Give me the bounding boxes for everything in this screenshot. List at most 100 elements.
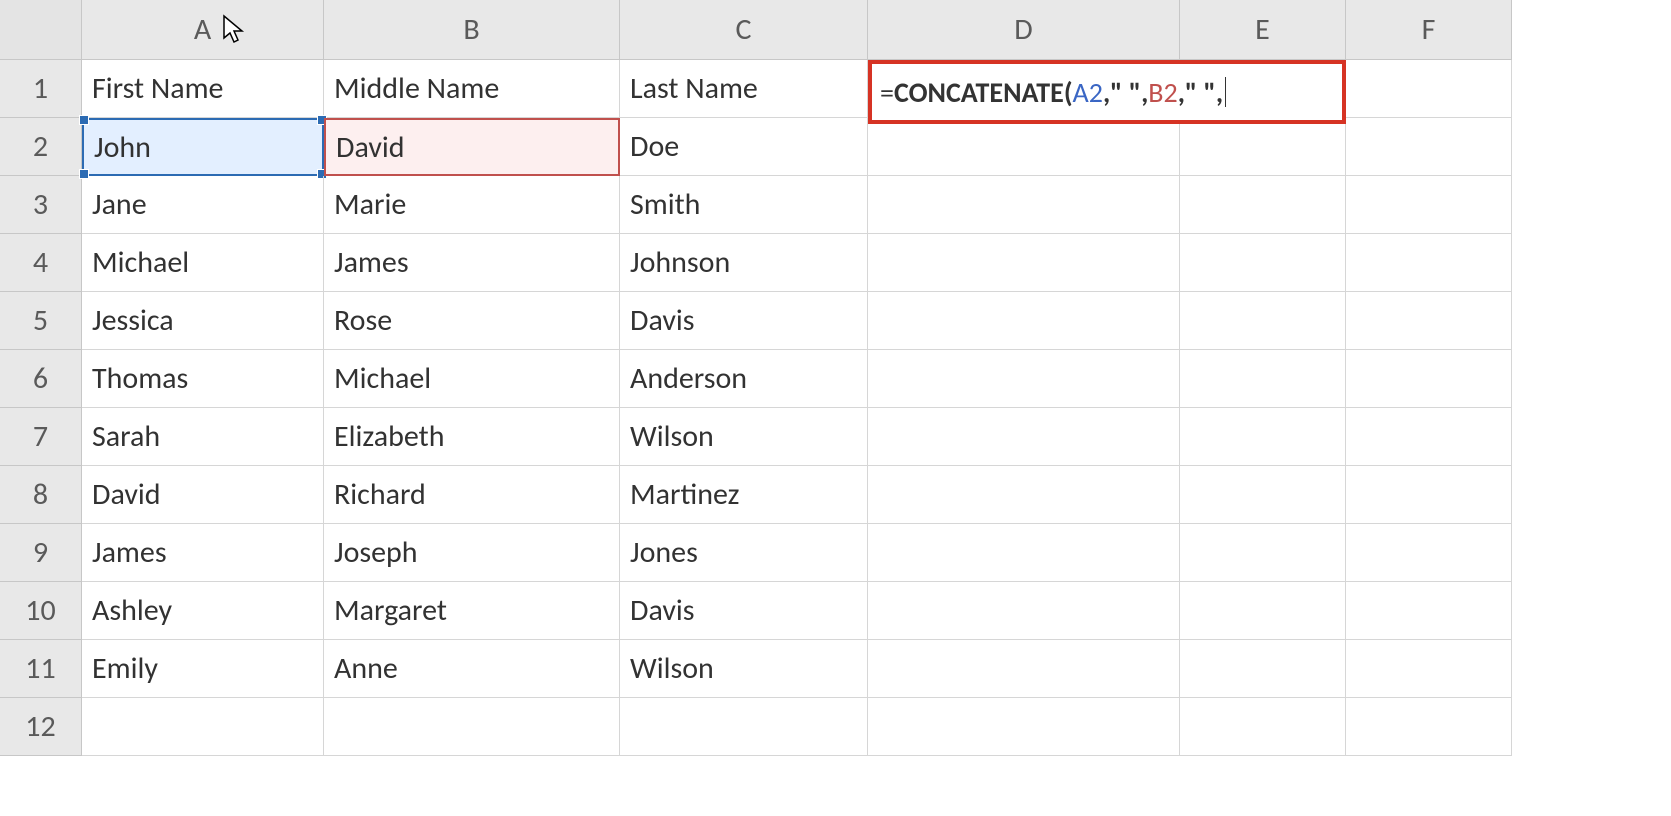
cell-B2[interactable]: David	[324, 118, 620, 176]
cell-F5[interactable]	[1346, 292, 1512, 350]
cell-A12[interactable]	[82, 698, 324, 756]
cell-F2[interactable]	[1346, 118, 1512, 176]
cell-A8[interactable]: David	[82, 466, 324, 524]
cell-value: James	[92, 534, 167, 571]
row-header-7[interactable]: 7	[0, 408, 82, 466]
cell-E3[interactable]	[1180, 176, 1346, 234]
spreadsheet-grid[interactable]: A B C D E F 1 First Name Middle Name Las…	[0, 0, 1671, 756]
cell-F4[interactable]	[1346, 234, 1512, 292]
cell-C1[interactable]: Last Name	[620, 60, 868, 118]
row-header-4[interactable]: 4	[0, 234, 82, 292]
cell-F11[interactable]	[1346, 640, 1512, 698]
cell-E6[interactable]	[1180, 350, 1346, 408]
cell-E2[interactable]	[1180, 118, 1346, 176]
cell-F8[interactable]	[1346, 466, 1512, 524]
cell-B5[interactable]: Rose	[324, 292, 620, 350]
row-header-6[interactable]: 6	[0, 350, 82, 408]
col-header-F[interactable]: F	[1346, 0, 1512, 60]
cell-C2[interactable]: Doe	[620, 118, 868, 176]
formula-comma: ,	[1103, 75, 1110, 110]
cell-B3[interactable]: Marie	[324, 176, 620, 234]
select-all-corner[interactable]	[0, 0, 82, 60]
cell-B12[interactable]	[324, 698, 620, 756]
row-header-3[interactable]: 3	[0, 176, 82, 234]
col-header-E[interactable]: E	[1180, 0, 1346, 60]
cell-D11[interactable]	[868, 640, 1180, 698]
cell-E9[interactable]	[1180, 524, 1346, 582]
cell-D7[interactable]	[868, 408, 1180, 466]
cell-B7[interactable]: Elizabeth	[324, 408, 620, 466]
cell-C7[interactable]: Wilson	[620, 408, 868, 466]
cell-E5[interactable]	[1180, 292, 1346, 350]
cell-C9[interactable]: Jones	[620, 524, 868, 582]
cell-A9[interactable]: James	[82, 524, 324, 582]
row-header-5[interactable]: 5	[0, 292, 82, 350]
cell-B4[interactable]: James	[324, 234, 620, 292]
col-header-A[interactable]: A	[82, 0, 324, 60]
row-header-2[interactable]: 2	[0, 118, 82, 176]
cell-F12[interactable]	[1346, 698, 1512, 756]
cell-B6[interactable]: Michael	[324, 350, 620, 408]
cell-D5[interactable]	[868, 292, 1180, 350]
cell-value: Marie	[334, 186, 406, 223]
col-header-C[interactable]: C	[620, 0, 868, 60]
cell-A4[interactable]: Michael	[82, 234, 324, 292]
formula-comma: ,	[1178, 75, 1185, 110]
cell-B9[interactable]: Joseph	[324, 524, 620, 582]
cell-D6[interactable]	[868, 350, 1180, 408]
row-header-11[interactable]: 11	[0, 640, 82, 698]
row-header-1[interactable]: 1	[0, 60, 82, 118]
cell-C5[interactable]: Davis	[620, 292, 868, 350]
cell-E4[interactable]	[1180, 234, 1346, 292]
cell-B1[interactable]: Middle Name	[324, 60, 620, 118]
cell-E8[interactable]	[1180, 466, 1346, 524]
cell-B8[interactable]: Richard	[324, 466, 620, 524]
cell-A11[interactable]: Emily	[82, 640, 324, 698]
cell-A6[interactable]: Thomas	[82, 350, 324, 408]
cell-value: Anderson	[630, 360, 747, 397]
cell-A7[interactable]: Sarah	[82, 408, 324, 466]
cell-E11[interactable]	[1180, 640, 1346, 698]
cell-D2[interactable]	[868, 118, 1180, 176]
cell-value: James	[334, 244, 409, 281]
formula-edit-overlay[interactable]: = CONCATENATE ( A2 , " " , B2 , " " ,	[868, 60, 1346, 124]
cell-C12[interactable]	[620, 698, 868, 756]
row-header-12[interactable]: 12	[0, 698, 82, 756]
cell-C10[interactable]: Davis	[620, 582, 868, 640]
cell-value: Martinez	[630, 476, 739, 513]
row-header-8[interactable]: 8	[0, 466, 82, 524]
row-header-9[interactable]: 9	[0, 524, 82, 582]
cell-A1[interactable]: First Name	[82, 60, 324, 118]
cell-A5[interactable]: Jessica	[82, 292, 324, 350]
cell-C8[interactable]: Martinez	[620, 466, 868, 524]
cell-F6[interactable]	[1346, 350, 1512, 408]
col-header-B[interactable]: B	[324, 0, 620, 60]
cell-D12[interactable]	[868, 698, 1180, 756]
cell-F3[interactable]	[1346, 176, 1512, 234]
cell-E12[interactable]	[1180, 698, 1346, 756]
cell-E7[interactable]	[1180, 408, 1346, 466]
cell-F1[interactable]	[1346, 60, 1512, 118]
cell-A2[interactable]: John	[82, 118, 324, 176]
header-first-name: First Name	[92, 70, 223, 107]
cell-value: Joseph	[334, 534, 418, 571]
cell-F9[interactable]	[1346, 524, 1512, 582]
cell-E10[interactable]	[1180, 582, 1346, 640]
row-header-10[interactable]: 10	[0, 582, 82, 640]
cell-A10[interactable]: Ashley	[82, 582, 324, 640]
cell-C3[interactable]: Smith	[620, 176, 868, 234]
cell-C6[interactable]: Anderson	[620, 350, 868, 408]
col-header-D[interactable]: D	[868, 0, 1180, 60]
cell-B11[interactable]: Anne	[324, 640, 620, 698]
cell-D4[interactable]	[868, 234, 1180, 292]
cell-A3[interactable]: Jane	[82, 176, 324, 234]
cell-F10[interactable]	[1346, 582, 1512, 640]
cell-F7[interactable]	[1346, 408, 1512, 466]
cell-D10[interactable]	[868, 582, 1180, 640]
cell-D3[interactable]	[868, 176, 1180, 234]
cell-D8[interactable]	[868, 466, 1180, 524]
cell-D9[interactable]	[868, 524, 1180, 582]
cell-C4[interactable]: Johnson	[620, 234, 868, 292]
cell-B10[interactable]: Margaret	[324, 582, 620, 640]
cell-C11[interactable]: Wilson	[620, 640, 868, 698]
